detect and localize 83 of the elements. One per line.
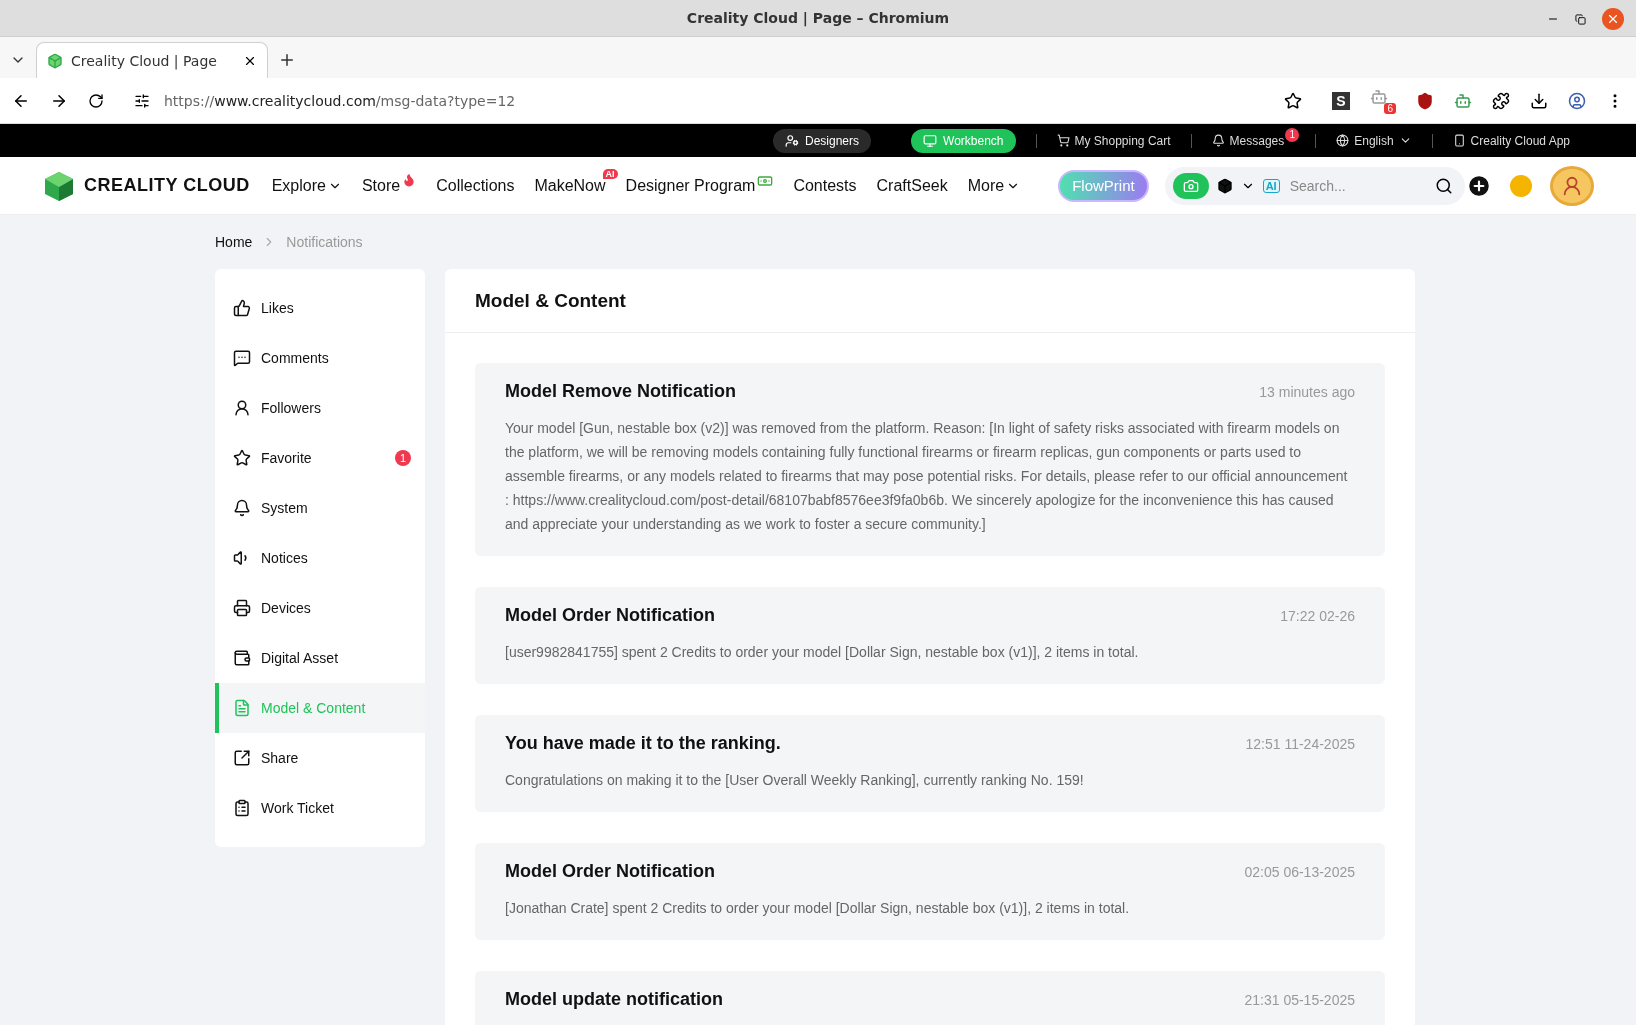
camera-icon xyxy=(1182,177,1199,194)
new-tab-icon[interactable] xyxy=(278,51,296,69)
nav-link[interactable]: Collections xyxy=(436,176,515,195)
ai-tag: AI xyxy=(602,168,618,179)
user-icon xyxy=(233,399,251,417)
bookmark-star-icon[interactable] xyxy=(1284,91,1302,110)
phone-icon xyxy=(1452,134,1466,147)
nav-link[interactable]: More xyxy=(967,176,1021,195)
notification-title: Model Order Notification xyxy=(505,861,715,882)
cart-icon xyxy=(1056,134,1070,147)
globe-icon xyxy=(1336,134,1350,147)
printer-icon xyxy=(233,599,251,617)
count-badge: 1 xyxy=(395,450,411,466)
cube-icon[interactable] xyxy=(1216,177,1233,194)
nav-link[interactable]: Store xyxy=(361,176,417,195)
site-settings-icon[interactable] xyxy=(134,92,150,109)
robot-icon[interactable] xyxy=(1454,91,1472,110)
notification-title: Model Remove Notification xyxy=(505,381,737,402)
notification-time: 02:05 06-13-2025 xyxy=(1244,863,1355,880)
nav-link[interactable]: Contests xyxy=(793,176,857,195)
download-icon[interactable] xyxy=(1530,91,1548,110)
avatar[interactable] xyxy=(1550,165,1594,206)
bell-icon xyxy=(233,499,251,517)
sidebar-item[interactable]: Devices xyxy=(215,583,425,633)
document-icon xyxy=(233,699,251,717)
search-icon[interactable] xyxy=(1434,176,1453,195)
user-silhouette-icon xyxy=(1561,174,1583,197)
nav-link[interactable]: MakeNow xyxy=(534,176,606,195)
breadcrumb-link[interactable]: Home xyxy=(215,234,253,250)
app-link[interactable]: Creality Cloud App xyxy=(1432,133,1590,148)
sidebar-item[interactable]: Work Ticket xyxy=(215,783,425,833)
notification-title: Model Order Notification xyxy=(505,605,715,626)
nav-link[interactable]: CraftSeek xyxy=(876,176,948,195)
notification-title: Model update notification xyxy=(505,989,723,1010)
restore-icon[interactable] xyxy=(1575,13,1586,25)
shield-icon[interactable] xyxy=(1416,91,1434,110)
extensions-icon[interactable] xyxy=(1492,91,1510,110)
notification-text: Congratulations on making it to the [User Overall Weekly Ranking], currently ranking No. 159! xyxy=(505,771,1085,790)
notification-time: 12:51 11-24-2025 xyxy=(1245,735,1355,752)
star-icon xyxy=(233,449,251,467)
messages-count: 1 xyxy=(1285,127,1300,142)
monitor-icon xyxy=(923,133,937,148)
notification-time: 21:31 05-15-2025 xyxy=(1244,991,1355,1008)
search-input[interactable]: Search... xyxy=(1287,176,1427,195)
nav-link[interactable]: Designer Program xyxy=(625,176,774,195)
chat-bubble-icon xyxy=(233,349,251,367)
sidebar-item[interactable]: Notices xyxy=(215,533,425,583)
sidebar-item[interactable]: System xyxy=(215,483,425,533)
notification-time: 13 minutes ago xyxy=(1259,383,1355,400)
clipboard-icon xyxy=(233,799,251,817)
flame-icon xyxy=(402,172,417,187)
sidebar-item[interactable]: Share xyxy=(215,733,425,783)
nav-link[interactable]: Explore xyxy=(271,176,342,195)
share-icon xyxy=(233,749,251,767)
notification-text: [user9982841755] spent 2 Credits to order your model [Dollar Sign, nestable box (v1)], 2 items in total. xyxy=(505,643,1140,662)
language-selector[interactable]: English xyxy=(1316,133,1432,148)
sidebar-item[interactable]: Comments xyxy=(215,333,425,383)
shopping-cart-link[interactable]: My Shopping Cart xyxy=(1036,133,1191,148)
wallet-icon xyxy=(233,649,251,667)
messages-link[interactable]: Messages xyxy=(1211,133,1285,148)
cube-favicon-icon xyxy=(47,52,63,69)
browser-tab[interactable]: Creality Cloud | Page xyxy=(36,42,268,78)
panel-title: Model & Content xyxy=(475,289,626,312)
close-button[interactable] xyxy=(1602,8,1624,30)
user-gear-icon xyxy=(785,133,799,148)
sidebar-item[interactable]: Likes xyxy=(215,283,425,333)
sidebar-item[interactable]: Digital Asset xyxy=(215,633,425,683)
notification-time: 17:22 02-26 xyxy=(1280,607,1355,624)
close-icon xyxy=(1606,12,1620,26)
designers-button[interactable]: Designers xyxy=(773,128,871,153)
bell-icon xyxy=(1211,134,1225,147)
profile-icon[interactable] xyxy=(1568,91,1586,110)
sidebar-item[interactable]: Followers xyxy=(215,383,425,433)
notification-title: You have made it to the ranking. xyxy=(505,733,781,754)
notification-text: [Jonathan Crate] spent 2 Credits to order your model [Dollar Sign, nestable box (v1)], 2 items in total. xyxy=(505,899,1131,918)
extension-icon[interactable]: S xyxy=(1332,91,1350,110)
reload-icon[interactable] xyxy=(88,92,104,109)
ai-tag: AI xyxy=(1262,178,1280,193)
logo-text[interactable]: CREALITY CLOUD xyxy=(84,175,250,196)
thumbs-up-icon xyxy=(233,299,251,317)
notification-text: Your model [Gun, nestable box (v2)] was removed from the platform. Reason: [In light of safety risks associated with firearm models on the platform, we will be removing models containing fully functional firearms or firearm replicas, gun components or parts used to assemble firearms, or any models related to firearms that may pose potential risks. For details, please refer to our official announcement : https://www.crealitycloud.com/post-detail/68107babf8576ee3f9fa0b6b. We sincerely apologize for the inconvenience this has caused and appreciate your understanding as we work to foster a secure community.] xyxy=(505,419,1349,534)
window-title: Creality Cloud | Page – Chromium xyxy=(686,10,950,26)
sidebar-item[interactable]: Favorite 1 xyxy=(215,433,425,483)
